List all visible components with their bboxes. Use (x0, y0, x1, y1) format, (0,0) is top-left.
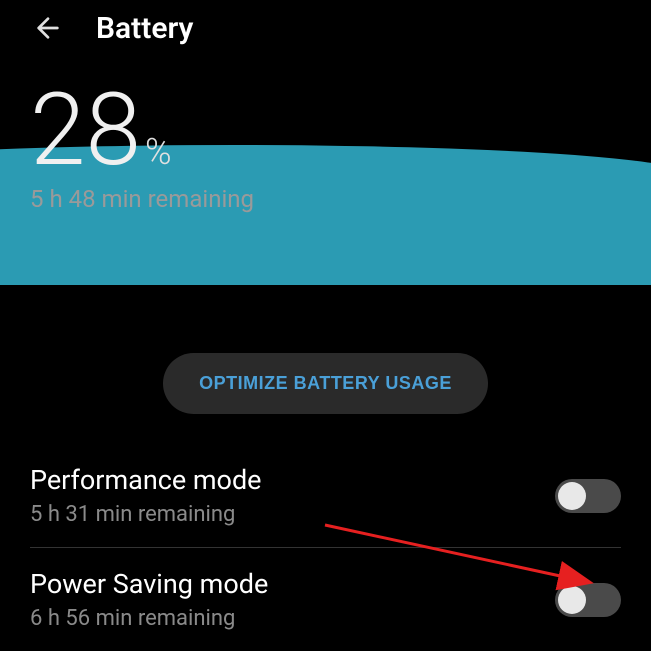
power-saving-mode-toggle[interactable] (555, 583, 621, 617)
performance-mode-toggle[interactable] (555, 479, 621, 513)
battery-percentage: 28 % (30, 81, 621, 181)
toggle-knob-icon (558, 482, 586, 510)
page-title: Battery (96, 11, 193, 46)
performance-mode-text: Performance mode 5 h 31 min remaining (30, 464, 555, 527)
power-saving-mode-text: Power Saving mode 6 h 56 min remaining (30, 568, 555, 631)
performance-mode-row[interactable]: Performance mode 5 h 31 min remaining (0, 444, 651, 547)
battery-percent-value: 28 (30, 81, 141, 181)
power-saving-mode-row[interactable]: Power Saving mode 6 h 56 min remaining (0, 548, 651, 651)
power-saving-mode-sub: 6 h 56 min remaining (30, 606, 555, 631)
battery-time-remaining: 5 h 48 min remaining (30, 185, 621, 213)
back-arrow-icon[interactable] (30, 10, 66, 46)
performance-mode-title: Performance mode (30, 464, 555, 496)
battery-percent-sign: % (145, 131, 172, 173)
performance-mode-sub: 5 h 31 min remaining (30, 502, 555, 527)
toggle-knob-icon (558, 586, 586, 614)
battery-summary: 28 % 5 h 48 min remaining (0, 56, 651, 213)
power-saving-mode-title: Power Saving mode (30, 568, 555, 600)
optimize-button-row: OPTIMIZE BATTERY USAGE (0, 323, 651, 444)
optimize-battery-button[interactable]: OPTIMIZE BATTERY USAGE (163, 353, 488, 414)
settings-body: OPTIMIZE BATTERY USAGE Performance mode … (0, 323, 651, 651)
header-bar: Battery (0, 0, 651, 56)
